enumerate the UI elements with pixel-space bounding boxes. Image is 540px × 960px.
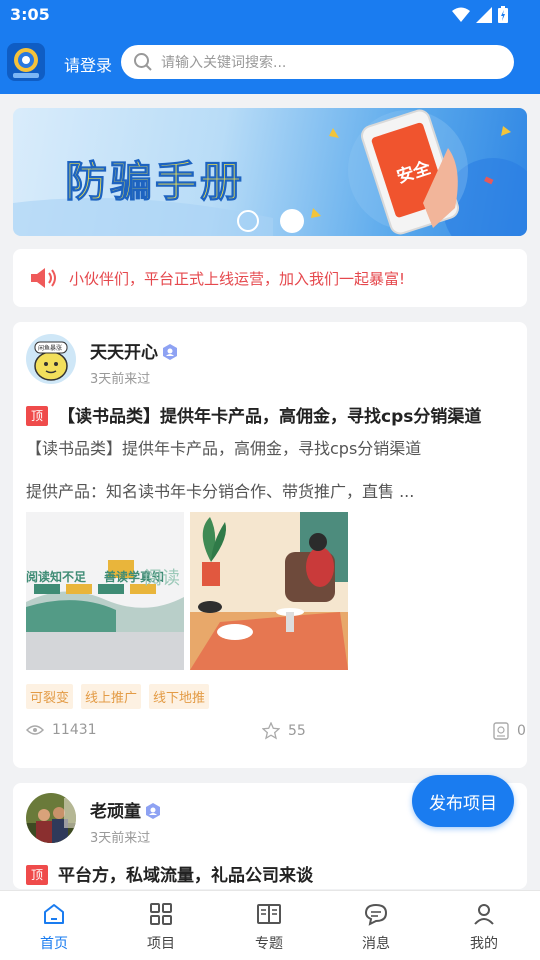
tab-label: 专题: [255, 936, 283, 952]
banner-title: 防骗手册: [64, 157, 246, 207]
tab-topics[interactable]: 专题: [234, 901, 304, 953]
last-seen: 3天前来过: [90, 372, 151, 387]
post-title-text: 【读书品类】提供年卡产品，高佣金，寻找cps分销渠道: [58, 407, 482, 427]
wifi-icon: [452, 7, 470, 22]
view-count-value: 11431: [52, 722, 97, 738]
avatar[interactable]: 闲鱼暴涨: [26, 334, 76, 384]
post-title-text: 平台方，私域流量，礼品公司来谈: [58, 866, 313, 886]
carousel-dot-2[interactable]: [280, 209, 304, 233]
status-time: 3:05: [10, 5, 50, 24]
notice-text: 小伙伴们，平台正式上线运营，加入我们一起暴富!: [69, 269, 406, 288]
tag-list: 可裂变 线上推广 线下地推: [26, 684, 210, 709]
post-image-1[interactable]: 阅读知不足 善读学真知 阅读: [26, 512, 184, 670]
app-logo[interactable]: [7, 43, 45, 81]
battery-icon: [498, 6, 508, 23]
carousel-dot-1[interactable]: [237, 210, 259, 232]
bottom-tab-bar: 首页 项目 专题 消息 我的: [0, 890, 540, 960]
post-stats: 11431 55 0: [26, 722, 526, 742]
message-icon: [364, 903, 388, 926]
user-name: 老顽童: [90, 797, 161, 822]
banner-carousel[interactable]: 防骗手册 安全: [13, 108, 527, 236]
tab-label: 首页: [40, 936, 68, 952]
view-count: 11431: [26, 722, 97, 738]
star-count[interactable]: 55: [262, 722, 306, 740]
speaker-icon: [31, 268, 56, 288]
top-bar: 请登录 请输入关键词搜索...: [0, 30, 540, 94]
publish-project-button[interactable]: 发布项目: [412, 775, 514, 827]
post-title[interactable]: 顶【读书品类】提供年卡产品，高佣金，寻找cps分销渠道: [26, 402, 481, 427]
tag[interactable]: 线上推广: [81, 684, 142, 709]
avatar-text: 闲鱼暴涨: [38, 345, 63, 352]
avatar[interactable]: [26, 793, 76, 843]
post-title[interactable]: 顶平台方，私域流量，礼品公司来谈: [26, 861, 313, 886]
eye-icon: [26, 725, 44, 735]
post-desc-line-2: 提供产品：知名读书年卡分销合作、带货推广，直售 ...: [26, 482, 415, 501]
image-text-3: 阅读: [144, 568, 180, 589]
search-bar[interactable]: 请输入关键词搜索...: [121, 45, 514, 79]
post-image-2[interactable]: [190, 512, 348, 670]
comment-count[interactable]: 0: [493, 722, 526, 740]
tab-me[interactable]: 我的: [449, 901, 519, 953]
notice-bar[interactable]: 小伙伴们，平台正式上线运营，加入我们一起暴富!: [13, 249, 527, 307]
system-icons: [452, 6, 508, 23]
pinned-tag: 顶: [26, 865, 48, 885]
grid-icon: [150, 903, 172, 925]
post-card[interactable]: 闲鱼暴涨 天天开心 3天前来过 顶【读书品类】提供年卡产品，高佣金，寻找cps分…: [13, 322, 527, 768]
status-bar: 3:05: [0, 0, 540, 30]
tab-messages[interactable]: 消息: [341, 901, 411, 953]
tab-projects[interactable]: 项目: [126, 901, 196, 953]
comment-count-value: 0: [517, 723, 526, 739]
book-icon: [257, 904, 281, 924]
post-desc-line-1: 【读书品类】提供年卡产品，高佣金，寻找cps分销渠道: [26, 439, 422, 458]
user-icon: [474, 904, 494, 925]
star-icon: [262, 722, 280, 740]
tag[interactable]: 可裂变: [26, 684, 74, 709]
tab-label: 项目: [147, 936, 175, 952]
tab-home[interactable]: 首页: [19, 901, 89, 953]
verified-badge-icon: [163, 344, 177, 360]
user-name: 天天开心: [90, 338, 178, 363]
tag[interactable]: 线下地推: [149, 684, 210, 709]
tab-label: 我的: [470, 936, 498, 952]
image-text-1: 阅读知不足: [26, 570, 87, 584]
signal-icon: [476, 6, 492, 23]
comment-icon: [493, 722, 509, 740]
user-name-text: 老顽童: [90, 802, 141, 822]
login-link[interactable]: 请登录: [64, 52, 112, 76]
star-count-value: 55: [288, 723, 306, 739]
tab-label: 消息: [362, 936, 390, 952]
search-icon: [134, 53, 152, 71]
verified-badge-icon: [146, 803, 160, 819]
last-seen: 3天前来过: [90, 831, 151, 846]
search-placeholder: 请输入关键词搜索...: [161, 55, 287, 71]
pinned-tag: 顶: [26, 406, 48, 426]
home-icon: [44, 904, 64, 924]
user-name-text: 天天开心: [90, 343, 158, 363]
